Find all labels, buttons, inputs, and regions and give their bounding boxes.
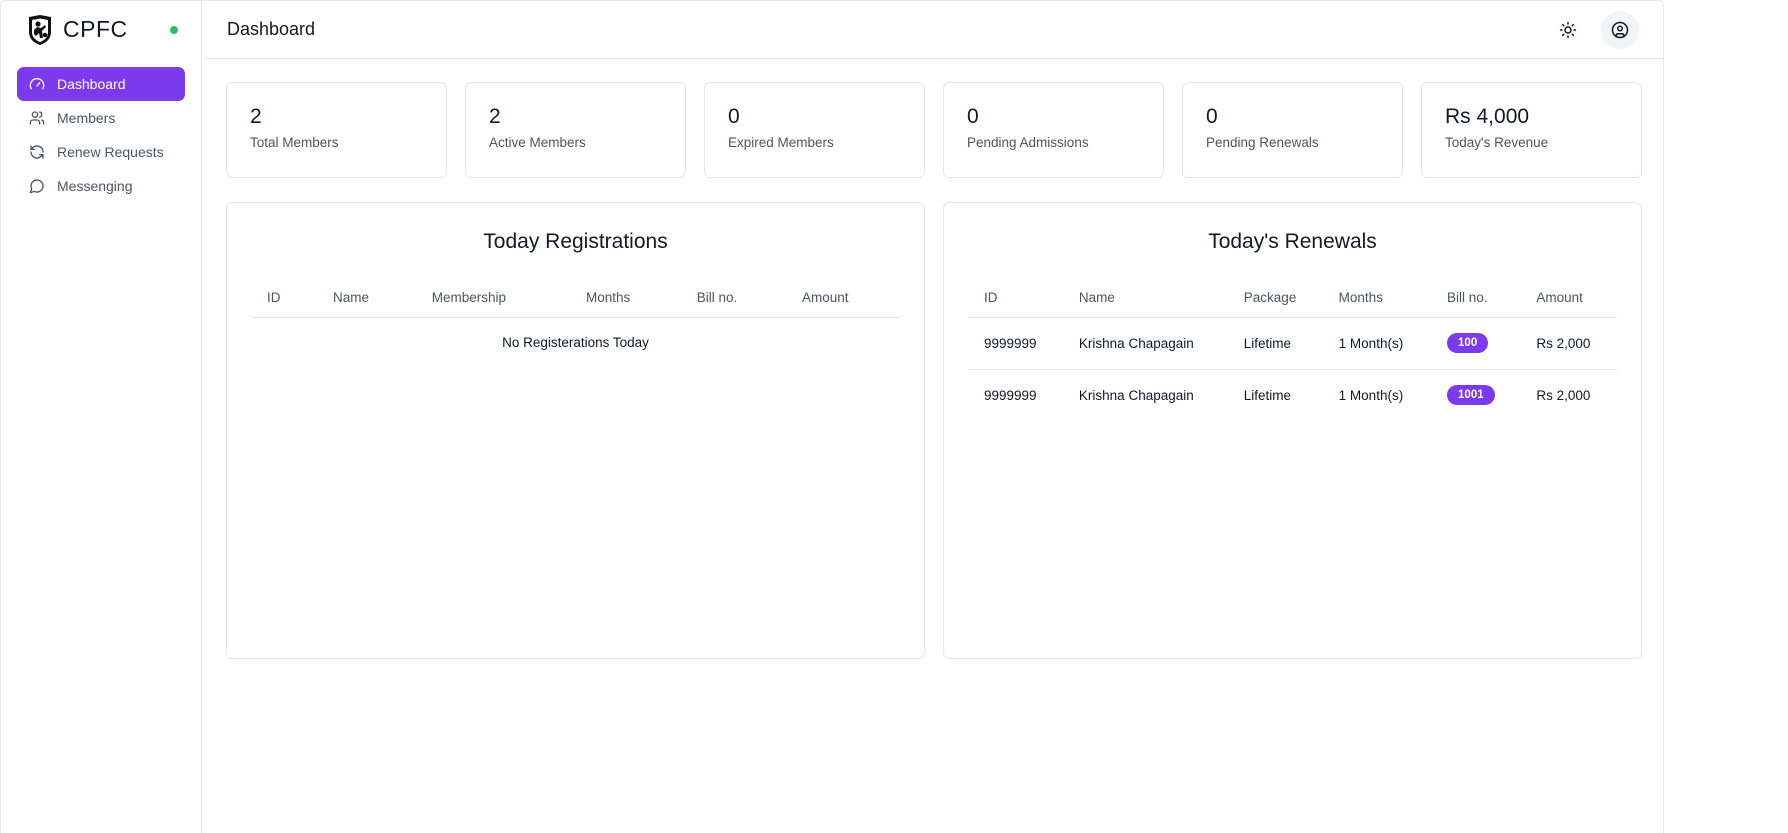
sun-icon	[1559, 21, 1577, 38]
stat-value: 0	[1206, 105, 1218, 128]
stat-card-active-members: 2 Active Members	[465, 82, 686, 178]
table-header-row: ID Name Package Months Bill no. Amount	[968, 278, 1617, 318]
registrations-table: ID Name Membership Months Bill no. Amoun…	[251, 278, 900, 367]
column-header: Name	[1062, 278, 1228, 318]
message-icon	[29, 178, 45, 194]
cell-months: 1 Month(s)	[1338, 387, 1404, 403]
table-row[interactable]: 9999999 Krishna Chapagain Lifetime 1 Mon…	[968, 317, 1617, 370]
theme-toggle-button[interactable]	[1549, 11, 1587, 49]
bill-badge: 100	[1447, 333, 1489, 353]
sidebar-item-label: Dashboard	[57, 76, 126, 92]
stat-value: Rs 4,000	[1445, 105, 1530, 128]
cell-package: Lifetime	[1227, 317, 1323, 370]
app-window: CPFC Dashboard Members Renew Requests Me…	[0, 0, 1664, 833]
main-content: 2 Total Members 2 Active Members 0 Expir…	[226, 82, 1642, 659]
registrations-panel: Today Registrations ID Name Membership M…	[226, 202, 925, 659]
gauge-icon	[29, 76, 45, 92]
cell-bill: 100	[1431, 317, 1521, 370]
shield-logo-icon	[29, 14, 51, 45]
cell-package: Lifetime	[1243, 387, 1292, 403]
stat-card-pending-renewals: 0 Pending Renewals	[1182, 82, 1403, 178]
stat-card-total-members: 2 Total Members	[226, 82, 447, 178]
renewals-table: ID Name Package Months Bill no. Amount 9…	[968, 278, 1617, 421]
users-icon	[29, 110, 45, 126]
sidebar-item-label: Renew Requests	[57, 144, 164, 160]
stat-card-todays-revenue: Rs 4,000 Today's Revenue	[1421, 82, 1642, 178]
sidebar-item-label: Members	[57, 110, 116, 126]
stat-label: Pending Admissions	[967, 135, 1089, 150]
column-header: Name	[317, 278, 416, 318]
page-title: Dashboard	[227, 19, 316, 39]
sidebar-item-label: Messenging	[57, 178, 133, 194]
stat-label: Expired Members	[728, 135, 834, 150]
column-header: Months	[1322, 278, 1432, 318]
stats-row: 2 Total Members 2 Active Members 0 Expir…	[226, 82, 1642, 178]
column-header: Membership	[415, 278, 570, 318]
stat-value: 2	[250, 105, 262, 128]
panels-row: Today Registrations ID Name Membership M…	[226, 202, 1642, 659]
column-header: Bill no.	[680, 278, 786, 318]
brand[interactable]: CPFC	[1, 1, 201, 58]
sidebar-item-messenging[interactable]: Messenging	[17, 169, 185, 203]
stat-label: Total Members	[250, 135, 339, 150]
table-row[interactable]: 9999999 Krishna Chapagain Lifetime 1 Mon…	[968, 369, 1617, 421]
profile-button[interactable]	[1601, 10, 1639, 49]
top-header: Dashboard	[203, 1, 1663, 59]
panel-title: Today's Renewals	[1208, 230, 1377, 253]
cell-amount: Rs 2,000	[1520, 317, 1617, 370]
column-header: ID	[251, 278, 318, 318]
renewals-panel: Today's Renewals ID Name Package Months …	[943, 202, 1642, 659]
table-row: No Registerations Today	[251, 317, 900, 367]
stat-label: Today's Revenue	[1445, 135, 1549, 150]
cell-id: 9999999	[984, 387, 1037, 403]
brand-name: CPFC	[63, 16, 128, 42]
stat-card-pending-admissions: 0 Pending Admissions	[943, 82, 1164, 178]
stat-value: 0	[967, 105, 979, 128]
column-header: Bill no.	[1431, 278, 1521, 318]
refresh-icon	[29, 144, 45, 160]
stat-label: Active Members	[489, 135, 586, 150]
online-status-dot	[170, 26, 178, 34]
column-header: Months	[570, 278, 681, 318]
sidebar-item-members[interactable]: Members	[17, 101, 185, 135]
column-header: Package	[1227, 278, 1323, 318]
stat-value: 2	[489, 105, 501, 128]
sidebar: CPFC Dashboard Members Renew Requests Me…	[1, 1, 202, 833]
stat-value: 0	[728, 105, 740, 128]
empty-state-text: No Registerations Today	[502, 334, 649, 350]
column-header: Amount	[1520, 278, 1617, 318]
panel-title: Today Registrations	[483, 230, 668, 253]
bill-badge: 1001	[1447, 385, 1495, 406]
stat-card-expired-members: 0 Expired Members	[704, 82, 925, 178]
cell-bill: 1001	[1431, 369, 1520, 421]
cell-id: 9999999	[968, 317, 1063, 370]
sidebar-nav: Dashboard Members Renew Requests Messeng…	[1, 58, 201, 203]
table-header-row: ID Name Membership Months Bill no. Amoun…	[251, 278, 900, 318]
sidebar-item-renew-requests[interactable]: Renew Requests	[17, 135, 185, 169]
cell-amount: Rs 2,000	[1536, 387, 1591, 403]
header-actions	[1549, 10, 1639, 49]
column-header: ID	[968, 278, 1063, 318]
cell-months: 1 Month(s)	[1322, 317, 1432, 370]
cell-name: Krishna Chapagain	[1078, 387, 1194, 403]
column-header: Amount	[785, 278, 900, 318]
stat-label: Pending Renewals	[1206, 135, 1319, 150]
user-circle-icon	[1611, 21, 1629, 38]
sidebar-item-dashboard[interactable]: Dashboard	[17, 67, 185, 101]
cell-name: Krishna Chapagain	[1062, 317, 1228, 370]
